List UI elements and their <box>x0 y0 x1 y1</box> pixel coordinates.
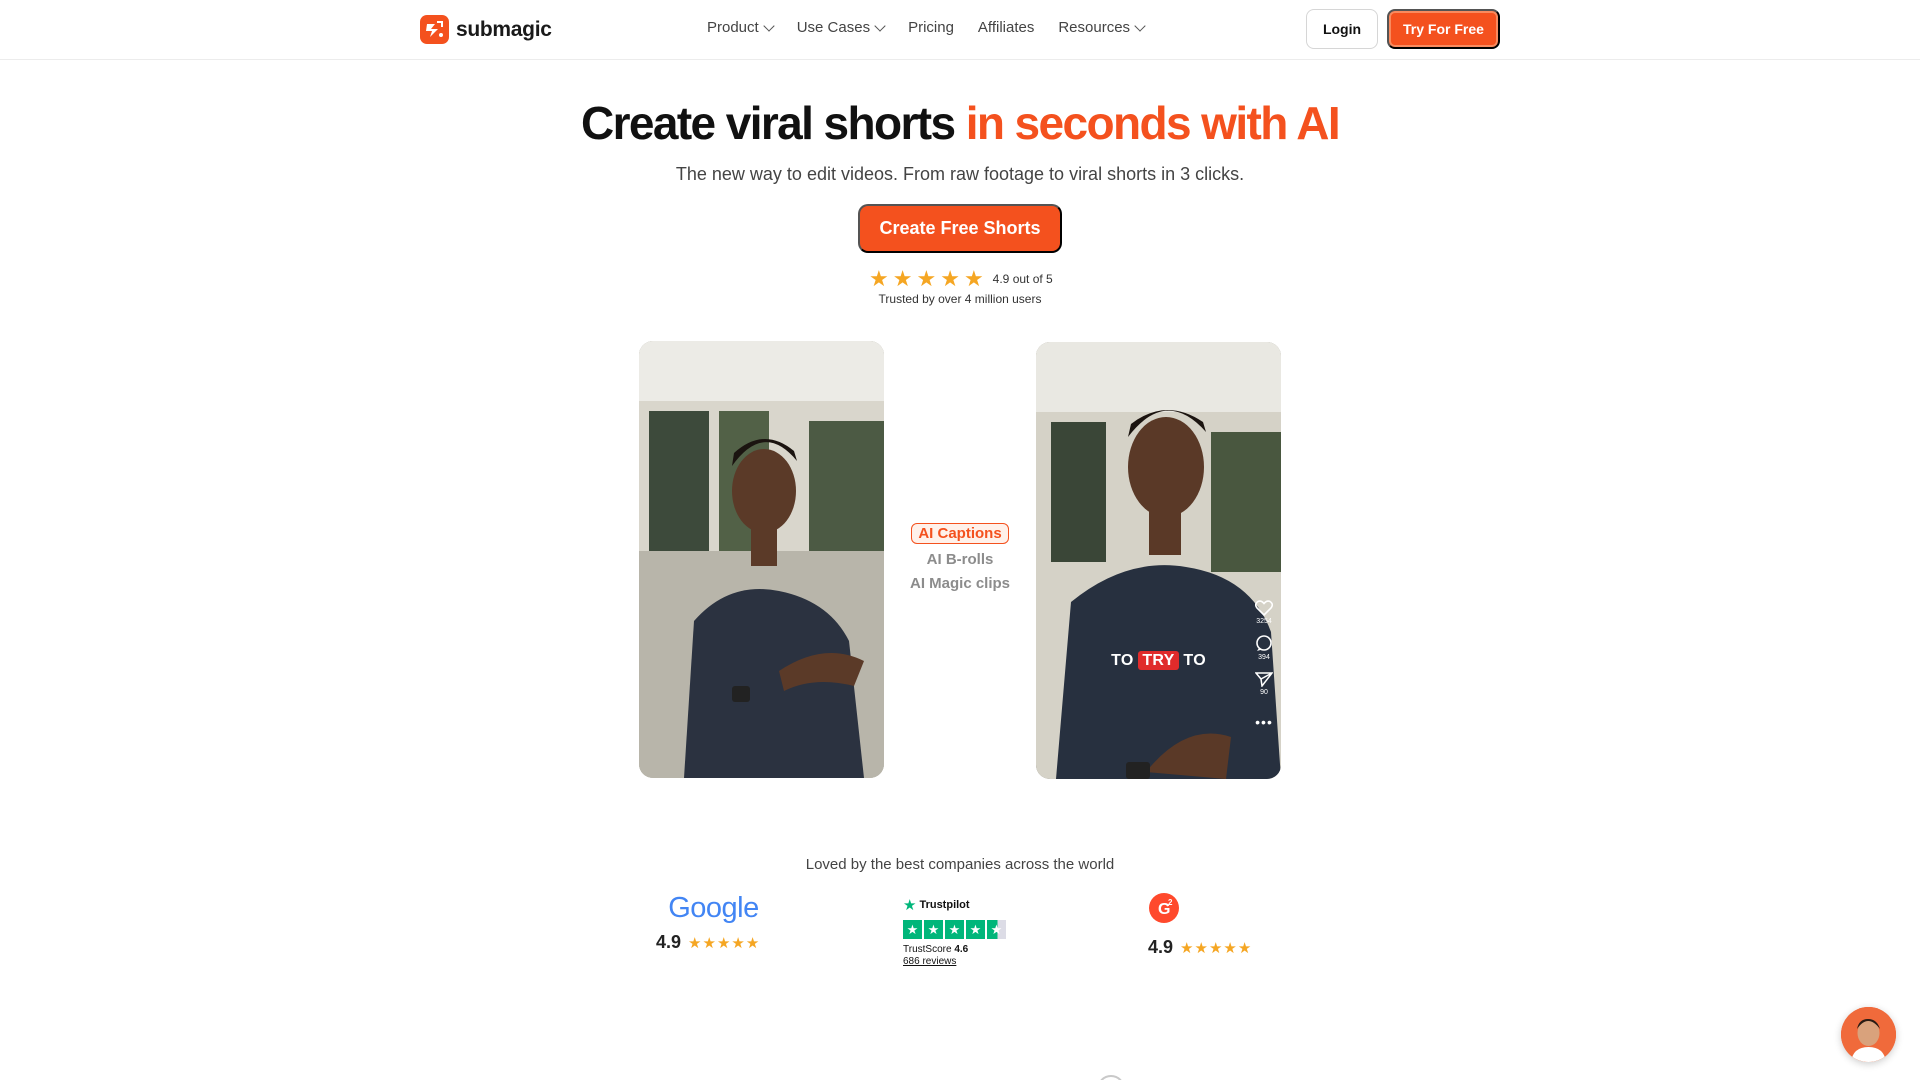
google-score: 4.9 <box>656 932 682 952</box>
g2-score-row: 4.9 ★ ★ ★ ★ ★ <box>1148 937 1266 958</box>
star-icon: ★ <box>945 920 964 939</box>
submagic-logo-icon <box>420 15 449 44</box>
chevron-down-icon <box>874 19 886 32</box>
caption-overlay: TO TRY TO <box>1036 651 1281 670</box>
trustscore-label: TrustScore <box>903 944 952 955</box>
star-icon: ★ <box>1237 939 1252 957</box>
chevron-down-icon <box>763 19 775 32</box>
google-review[interactable]: Google 4.9 ★ ★ ★ ★ ★ <box>656 892 771 953</box>
star-icon: ★ <box>702 934 716 952</box>
main-nav: Product Use Cases Pricing Affiliates Res… <box>707 19 1146 36</box>
trustpilot-star-icon: ★ <box>903 897 917 914</box>
edited-short-video[interactable]: TO TRY TO 3254 394 90 ••• <box>1036 342 1281 779</box>
caption-word-highlight: TRY <box>1138 651 1179 670</box>
trustpilot-stars: ★ ★ ★ ★ ★ <box>903 920 1013 939</box>
edited-short-scene <box>1036 342 1281 779</box>
chevron-down-icon <box>1134 19 1146 32</box>
trusted-by-text: Trusted by over 4 million users <box>878 292 1042 306</box>
nav-use-cases[interactable]: Use Cases <box>796 19 886 36</box>
comment-count: 394 <box>1258 654 1270 661</box>
feature-list: AI Captions AI B-rolls AI Magic clips <box>880 523 1040 592</box>
hero-title-accent: in seconds with AI <box>965 97 1341 149</box>
social-overlay: 3254 394 90 ••• <box>1254 600 1274 730</box>
star-icon: ★ <box>916 266 937 291</box>
brand-logo[interactable]: submagic <box>420 15 552 44</box>
hero-title: Create viral shorts in seconds with AI <box>0 96 1920 150</box>
nav-affiliates-label: Affiliates <box>977 19 1035 36</box>
hero-subtitle: The new way to edit videos. From raw foo… <box>675 164 1245 184</box>
nav-use-cases-label: Use Cases <box>796 19 871 36</box>
send-icon <box>1254 672 1274 688</box>
trustpilot-reviews-link[interactable]: 686 reviews <box>903 956 1013 967</box>
nav-product-label: Product <box>707 19 759 36</box>
nav-resources-label: Resources <box>1058 19 1131 36</box>
brand-name: submagic <box>456 17 552 41</box>
trustpilot-name: Trustpilot <box>919 899 970 911</box>
hero-title-main: Create viral shorts <box>580 97 966 149</box>
star-icon: ★ <box>688 934 702 952</box>
login-button[interactable]: Login <box>1306 9 1378 49</box>
star-icon: ★ <box>1223 939 1237 957</box>
google-stars: ★ ★ ★ ★ ★ <box>688 934 759 952</box>
comment-control[interactable]: 394 <box>1255 635 1273 661</box>
like-count: 3254 <box>1256 618 1272 625</box>
loved-by-headline: Loved by the best companies across the w… <box>805 856 1115 873</box>
scroll-indicator <box>1097 1075 1125 1080</box>
rating-text: 4.9 out of 5 <box>992 272 1053 286</box>
caption-word: TO <box>1111 652 1134 669</box>
trustscore-value: 4.6 <box>954 944 969 955</box>
raw-footage-video[interactable] <box>639 341 884 778</box>
g2-score: 4.9 <box>1148 937 1174 957</box>
trustpilot-logo: ★ Trustpilot <box>903 896 1013 914</box>
feature-ai-brolls[interactable]: AI B-rolls <box>880 551 1040 568</box>
star-icon: ★ <box>903 920 922 939</box>
like-control[interactable]: 3254 <box>1254 600 1274 625</box>
support-agent-icon <box>1841 1007 1896 1062</box>
g2-stars: ★ ★ ★ ★ ★ <box>1180 939 1251 957</box>
star-icon: ★ <box>940 266 960 291</box>
google-score-row: 4.9 ★ ★ ★ ★ ★ <box>656 932 771 953</box>
feature-ai-magic-clips[interactable]: AI Magic clips <box>880 575 1040 592</box>
raw-footage-scene <box>639 341 884 778</box>
star-icon: ★ <box>731 934 745 952</box>
feature-ai-captions[interactable]: AI Captions <box>911 523 1009 544</box>
nav-pricing[interactable]: Pricing <box>908 19 954 36</box>
create-free-shorts-button[interactable]: Create Free Shorts <box>858 204 1062 253</box>
nav-product[interactable]: Product <box>707 19 775 36</box>
top-navbar: submagic Product Use Cases Pricing Affil… <box>0 0 1920 60</box>
try-for-free-button[interactable]: Try For Free <box>1387 9 1500 49</box>
svg-text:2: 2 <box>1168 898 1173 907</box>
star-icon: ★ <box>924 920 943 939</box>
star-icon: ★ <box>716 934 731 952</box>
heart-icon <box>1254 600 1274 617</box>
star-icon: ★ <box>1180 939 1194 957</box>
star-icon: ★ <box>892 266 913 291</box>
g2-logo-icon: G 2 <box>1149 893 1179 923</box>
caption-word: TO <box>1183 652 1206 669</box>
nav-pricing-label: Pricing <box>908 19 954 36</box>
user-rating: ★ ★ ★ ★ ★ 4.9 out of 5 <box>869 268 1053 290</box>
star-icon: ★ <box>963 266 984 291</box>
star-icon: ★ <box>869 266 889 291</box>
google-logo: Google <box>668 892 759 924</box>
more-options-icon[interactable]: ••• <box>1255 714 1273 730</box>
half-star-icon: ★ <box>987 920 1006 939</box>
star-icon: ★ <box>1208 939 1223 957</box>
chat-support-avatar[interactable] <box>1841 1007 1896 1062</box>
nav-resources[interactable]: Resources <box>1058 19 1146 36</box>
trustpilot-review[interactable]: ★ Trustpilot ★ ★ ★ ★ ★ TrustScore 4.6 68… <box>903 896 1013 967</box>
comment-icon <box>1256 635 1272 651</box>
share-count: 90 <box>1260 689 1268 696</box>
share-control[interactable]: 90 <box>1254 671 1274 696</box>
star-icon: ★ <box>745 934 760 952</box>
g2-review[interactable]: G 2 4.9 ★ ★ ★ ★ ★ <box>1148 892 1266 958</box>
star-icon: ★ <box>1194 939 1208 957</box>
nav-affiliates[interactable]: Affiliates <box>978 19 1034 36</box>
star-icon: ★ <box>966 920 985 939</box>
trustscore: TrustScore 4.6 <box>903 944 1013 955</box>
